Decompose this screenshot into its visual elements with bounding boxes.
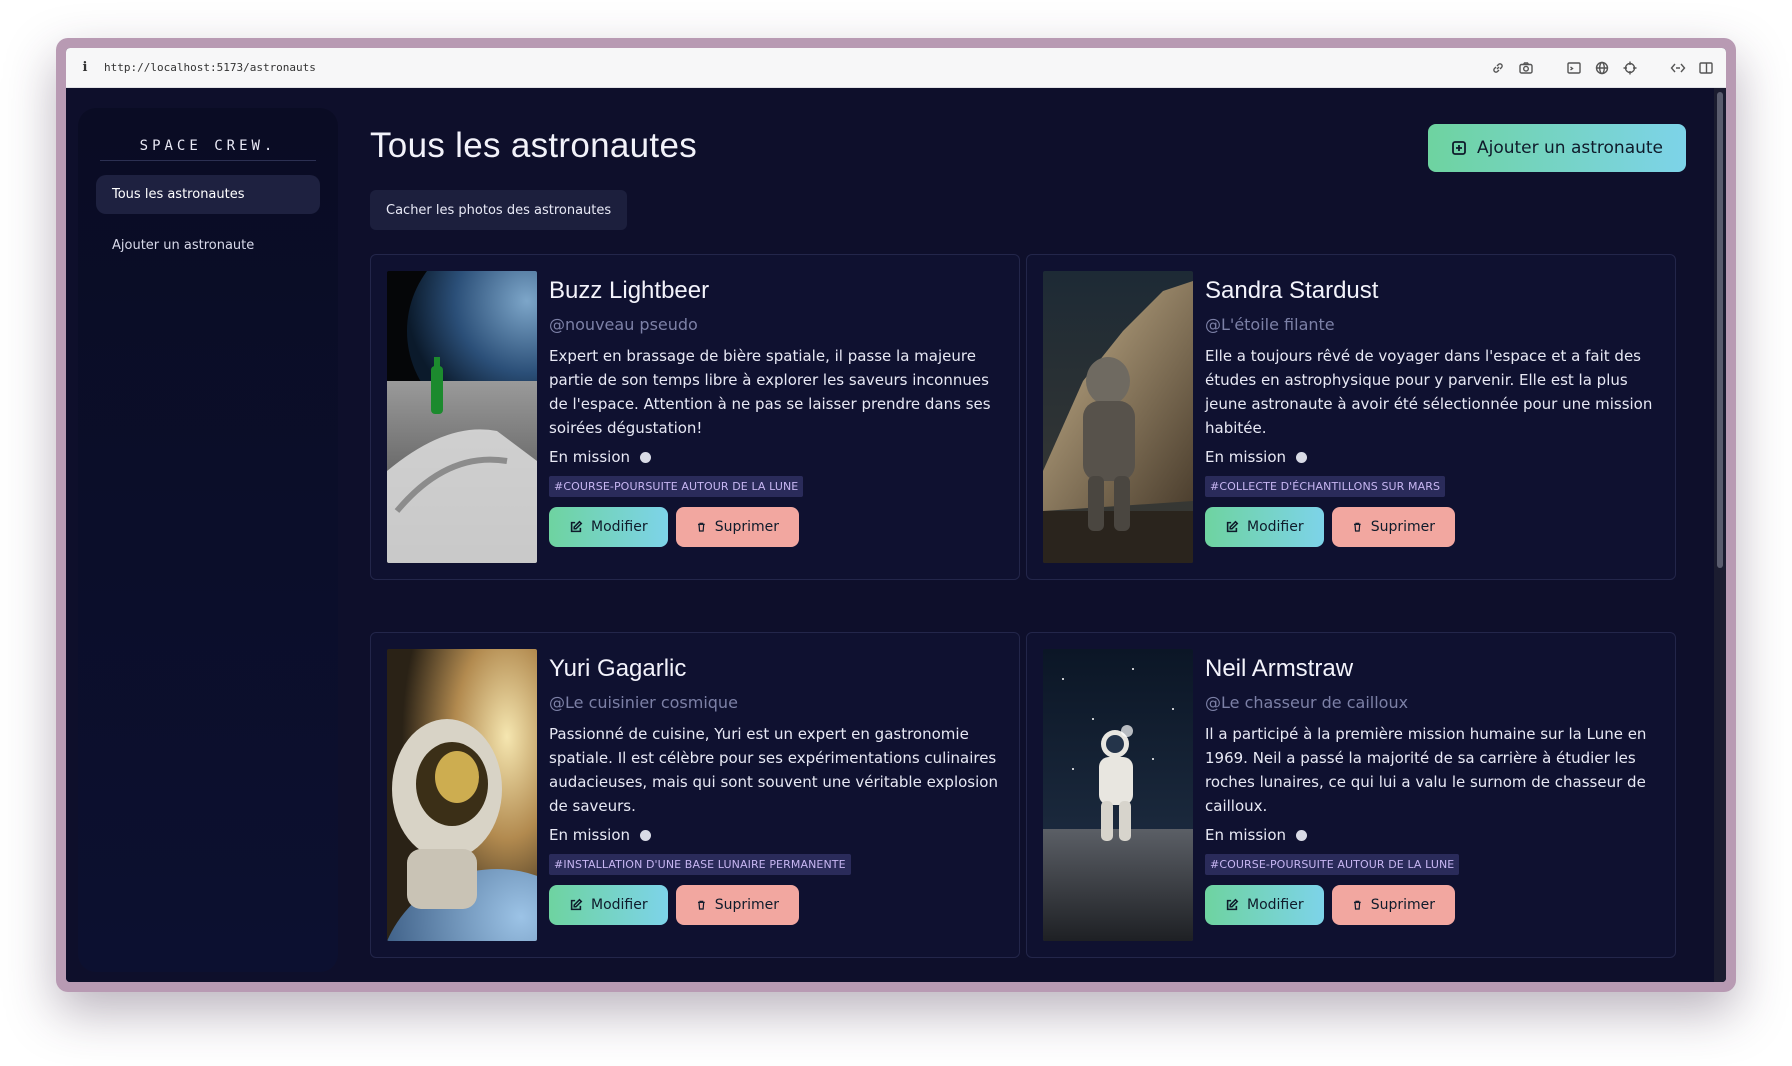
sidebar: SPACE CREW. Tous les astronautes Ajouter… [78,108,338,972]
delete-button[interactable]: Suprimer [1332,507,1455,547]
status-label: En mission [1205,826,1287,844]
astronaut-status: En mission [1205,826,1659,844]
card-actions: Modifier Suprimer [549,885,1003,925]
delete-label: Suprimer [714,519,779,535]
trash-icon [1354,900,1361,910]
status-label: En mission [1205,448,1287,466]
main-content: Tous les astronautes Ajouter un astronau… [370,88,1726,982]
status-label: En mission [549,448,631,466]
astronaut-status: En mission [549,826,1003,844]
trash-icon [698,522,705,532]
astronaut-description: Il a participé à la première mission hum… [1205,725,1647,815]
link-icon[interactable] [1490,60,1506,76]
edit-label: Modifier [1247,897,1304,913]
astronaut-name: Yuri Gagarlic [549,655,687,682]
astronaut-info: Buzz Lightbeer @nouveau pseudo Expert en… [549,271,1003,563]
url-text[interactable]: http://localhost:5173/astronauts [104,61,1478,74]
astronaut-status: En mission [1205,448,1659,466]
edit-button[interactable]: Modifier [1205,885,1324,925]
browser-toolbar [1490,60,1714,76]
astronaut-card: Buzz Lightbeer @nouveau pseudo Expert en… [370,254,1020,580]
mission-tag[interactable]: #COURSE-POURSUITE AUTOUR DE LA LUNE [549,476,804,497]
mission-tag[interactable]: #COLLECTE D'ÉCHANTILLONS SUR MARS [1205,476,1446,497]
status-label: En mission [549,826,631,844]
status-dot [640,829,652,841]
address-bar[interactable]: i http://localhost:5173/astronauts [66,48,1726,88]
toggle-photos-button[interactable]: Cacher les photos des astronautes [370,190,628,230]
astronaut-info: Yuri Gagarlic @Le cuisinier cosmique Pas… [549,649,1003,941]
camera-icon[interactable] [1518,60,1534,76]
crosshair-icon[interactable] [1622,60,1638,76]
edit-label: Modifier [1247,519,1304,535]
sidebar-item-add-astronaut[interactable]: Ajouter un astronaute [96,226,320,265]
edit-button[interactable]: Modifier [549,507,668,547]
delete-label: Suprimer [714,897,779,913]
astronaut-description: Expert en brassage de bière spatiale, il… [549,347,991,437]
sidebar-toggle-icon[interactable] [1698,60,1714,76]
terminal-icon[interactable] [1566,60,1582,76]
edit-button[interactable]: Modifier [549,885,668,925]
info-icon[interactable]: i [78,60,92,75]
astronaut-card: Neil Armstraw @Le chasseur de cailloux I… [1026,632,1676,958]
card-actions: Modifier Suprimer [1205,885,1659,925]
status-dot [1296,829,1308,841]
edit-label: Modifier [591,897,648,913]
card-actions: Modifier Suprimer [1205,507,1659,547]
trash-icon [698,900,705,910]
edit-label: Modifier [591,519,648,535]
edit-icon [570,898,583,911]
sidebar-item-all-astronauts[interactable]: Tous les astronautes [96,175,320,214]
astronaut-grid: Buzz Lightbeer @nouveau pseudo Expert en… [370,254,1680,958]
edit-icon [570,520,583,533]
brand-logo: SPACE CREW. [100,138,316,161]
scrollbar-thumb[interactable] [1717,92,1723,568]
astronaut-photo [1043,649,1193,941]
code-icon[interactable] [1670,60,1686,76]
delete-label: Suprimer [1370,519,1435,535]
delete-button[interactable]: Suprimer [676,507,799,547]
astronaut-photo [387,649,537,941]
app-root: SPACE CREW. Tous les astronautes Ajouter… [66,88,1726,982]
browser-window: i http://localhost:5173/astronauts SPACE… [66,48,1726,982]
astronaut-photo [387,271,537,563]
page-title: Tous les astronautes [370,126,698,165]
trash-icon [1354,522,1361,532]
add-astronaut-label: Ajouter un astronaute [1476,138,1664,158]
astronaut-pseudo: @nouveau pseudo [549,315,698,334]
astronaut-card: Yuri Gagarlic @Le cuisinier cosmique Pas… [370,632,1020,958]
astronaut-pseudo: @Le chasseur de cailloux [1205,693,1409,712]
astronaut-name: Buzz Lightbeer [549,277,710,304]
mission-tag[interactable]: #COURSE-POURSUITE AUTOUR DE LA LUNE [1205,854,1460,875]
page-scrollbar[interactable] [1714,88,1726,982]
astronaut-name: Sandra Stardust [1205,277,1379,304]
status-dot [640,451,652,463]
edit-button[interactable]: Modifier [1205,507,1324,547]
card-actions: Modifier Suprimer [549,507,1003,547]
astronaut-description: Passionné de cuisine, Yuri est un expert… [549,725,998,815]
mission-tag[interactable]: #INSTALLATION D'UNE BASE LUNAIRE PERMANE… [549,854,851,875]
astronaut-info: Sandra Stardust @L'étoile filante Elle a… [1205,271,1659,563]
delete-button[interactable]: Suprimer [1332,885,1455,925]
status-dot [1296,451,1308,463]
add-astronaut-button[interactable]: Ajouter un astronaute [1428,124,1686,172]
astronaut-info: Neil Armstraw @Le chasseur de cailloux I… [1205,649,1659,941]
plus-square-icon [1452,141,1466,155]
astronaut-status: En mission [549,448,1003,466]
astronaut-card: Sandra Stardust @L'étoile filante Elle a… [1026,254,1676,580]
astronaut-pseudo: @L'étoile filante [1205,315,1335,334]
globe-icon[interactable] [1594,60,1610,76]
browser-frame: i http://localhost:5173/astronauts SPACE… [56,38,1736,992]
delete-button[interactable]: Suprimer [676,885,799,925]
delete-label: Suprimer [1370,897,1435,913]
astronaut-photo [1043,271,1193,563]
edit-icon [1226,898,1239,911]
astronaut-name: Neil Armstraw [1205,655,1354,682]
edit-icon [1226,520,1239,533]
astronaut-pseudo: @Le cuisinier cosmique [549,693,738,712]
astronaut-description: Elle a toujours rêvé de voyager dans l'e… [1205,347,1653,437]
